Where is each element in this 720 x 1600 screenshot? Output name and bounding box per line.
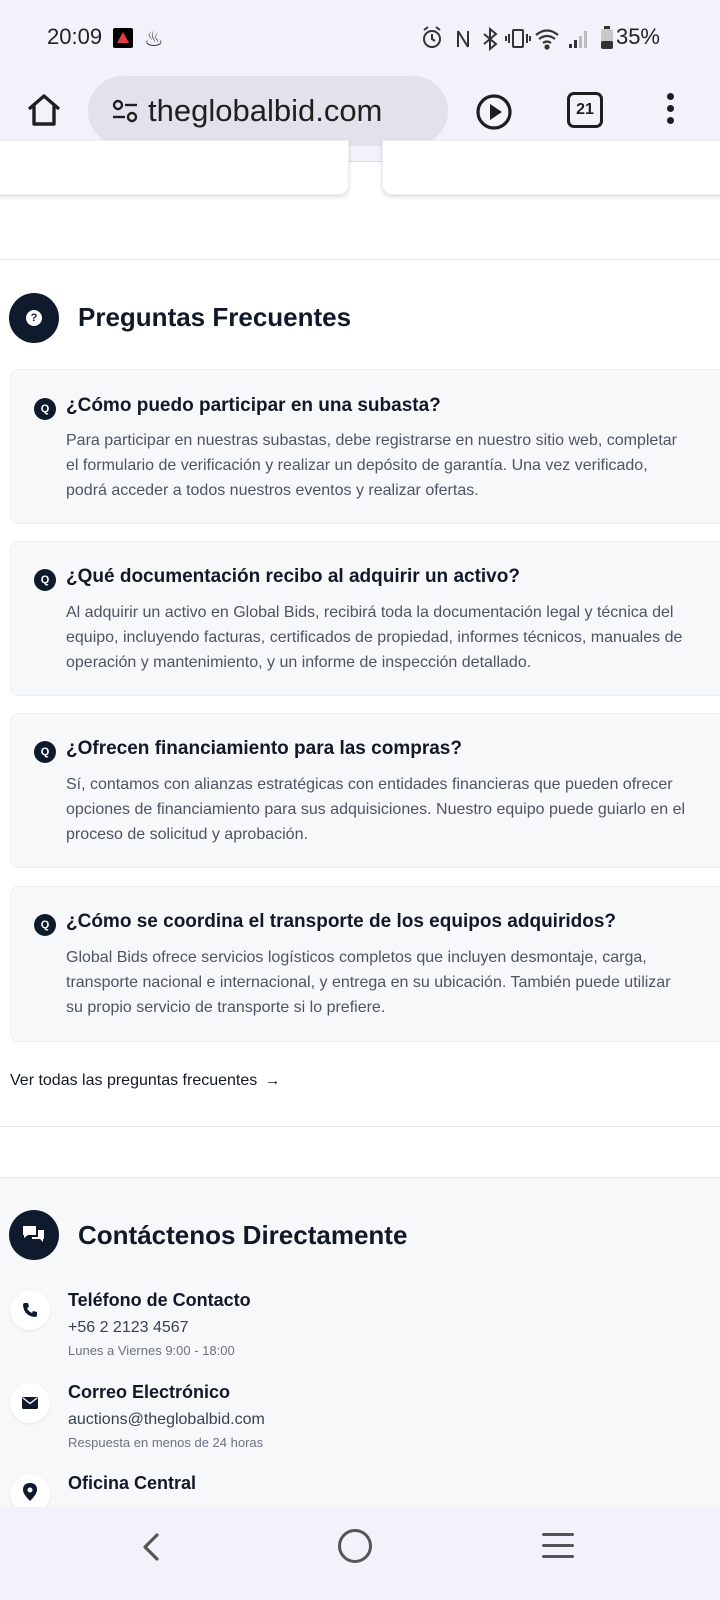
status-bar: 20:09 ♨ 35% — [0, 0, 720, 76]
faq-question: ¿Qué documentación recibo al adquirir un… — [66, 566, 520, 587]
section-divider — [0, 259, 720, 260]
phone-hours: Lunes a Viernes 9:00 - 18:00 — [68, 1343, 235, 1358]
faq-badge: Q — [34, 398, 56, 420]
faq-title: Preguntas Frecuentes — [78, 302, 352, 332]
contact-section-icon — [9, 1210, 59, 1260]
help-card-partial — [382, 140, 720, 195]
faq-item[interactable]: Q ¿Cómo se coordina el transporte de los… — [10, 886, 720, 1042]
more-menu-icon[interactable] — [662, 90, 678, 130]
faq-item[interactable]: Q ¿Qué documentación recibo al adquirir … — [10, 541, 720, 696]
bluetooth-icon — [483, 26, 498, 52]
faq-badge: Q — [34, 741, 56, 763]
faq-item[interactable]: Q ¿Cómo puedo participar en una subasta?… — [10, 369, 720, 524]
status-icons — [423, 26, 587, 52]
email-icon-wrap — [10, 1383, 50, 1423]
faq-answer: Sí, contamos con alianzas estratégicas c… — [66, 776, 686, 843]
contact-title: Contáctenos Directamente — [78, 1220, 408, 1250]
back-icon[interactable] — [133, 1527, 173, 1567]
vibrate-icon — [505, 29, 531, 48]
email-response: Respuesta en menos de 24 horas — [68, 1435, 264, 1450]
status-time: 20:09 — [47, 24, 103, 49]
location-pin-icon — [23, 1483, 37, 1501]
envelope-icon — [22, 1397, 38, 1409]
chat-bubbles-icon — [23, 1226, 44, 1242]
santander-notification-icon: ♨ — [144, 26, 164, 51]
faq-badge: Q — [34, 569, 56, 591]
play-icon[interactable] — [474, 92, 514, 132]
alarm-icon — [423, 26, 441, 48]
office-title: Oficina Central — [68, 1473, 197, 1493]
nfc-icon — [457, 30, 469, 48]
faq-badge: Q — [34, 914, 56, 936]
site-settings-icon[interactable] — [112, 99, 138, 123]
faq-answer: Global Bids ofrece servicios logísticos … — [66, 949, 671, 1016]
url-bar[interactable]: theglobalbid.com — [88, 76, 448, 146]
battery-icon — [601, 26, 613, 49]
faq-question: ¿Cómo se coordina el transporte de los e… — [66, 911, 617, 932]
phone-icon-wrap — [10, 1290, 50, 1330]
faq-answer: Al adquirir un activo en Global Bids, re… — [66, 604, 683, 671]
faq-question: ¿Ofrecen financiamiento para las compras… — [66, 738, 462, 759]
battery-percent: 35% — [615, 24, 660, 49]
view-all-faq-label[interactable]: Ver todas las preguntas frecuentes — [10, 1072, 257, 1089]
home-icon[interactable] — [24, 90, 64, 130]
faq-answer: Para participar en nuestras subastas, de… — [66, 432, 677, 499]
help-card-partial — [0, 140, 349, 195]
app-notification-icon — [113, 28, 133, 48]
phone-value[interactable]: +56 2 2123 4567 — [68, 1319, 189, 1337]
faq-section-icon: ? — [9, 293, 59, 343]
email-title: Correo Electrónico — [68, 1382, 231, 1402]
view-all-faq-link[interactable]: Ver todas las preguntas frecuentes → — [10, 1072, 280, 1090]
signal-icon — [569, 31, 587, 48]
recent-apps-icon[interactable] — [542, 1533, 574, 1559]
section-divider — [0, 1126, 720, 1127]
arrow-right-icon: → — [265, 1072, 281, 1089]
wifi-icon — [535, 29, 559, 50]
faq-item[interactable]: Q ¿Ofrecen financiamiento para las compr… — [10, 713, 720, 868]
home-nav-icon[interactable] — [338, 1529, 372, 1563]
email-value[interactable]: auctions@theglobalbid.com — [68, 1411, 265, 1429]
tab-switcher-button[interactable]: 21 — [567, 92, 603, 128]
system-nav-bar — [0, 1507, 720, 1600]
url-text[interactable]: theglobalbid.com — [148, 93, 382, 129]
question-icon: ? — [26, 310, 42, 326]
phone-title: Teléfono de Contacto — [68, 1290, 251, 1310]
phone-icon — [23, 1303, 37, 1317]
faq-question: ¿Cómo puedo participar en una subasta? — [66, 395, 441, 416]
